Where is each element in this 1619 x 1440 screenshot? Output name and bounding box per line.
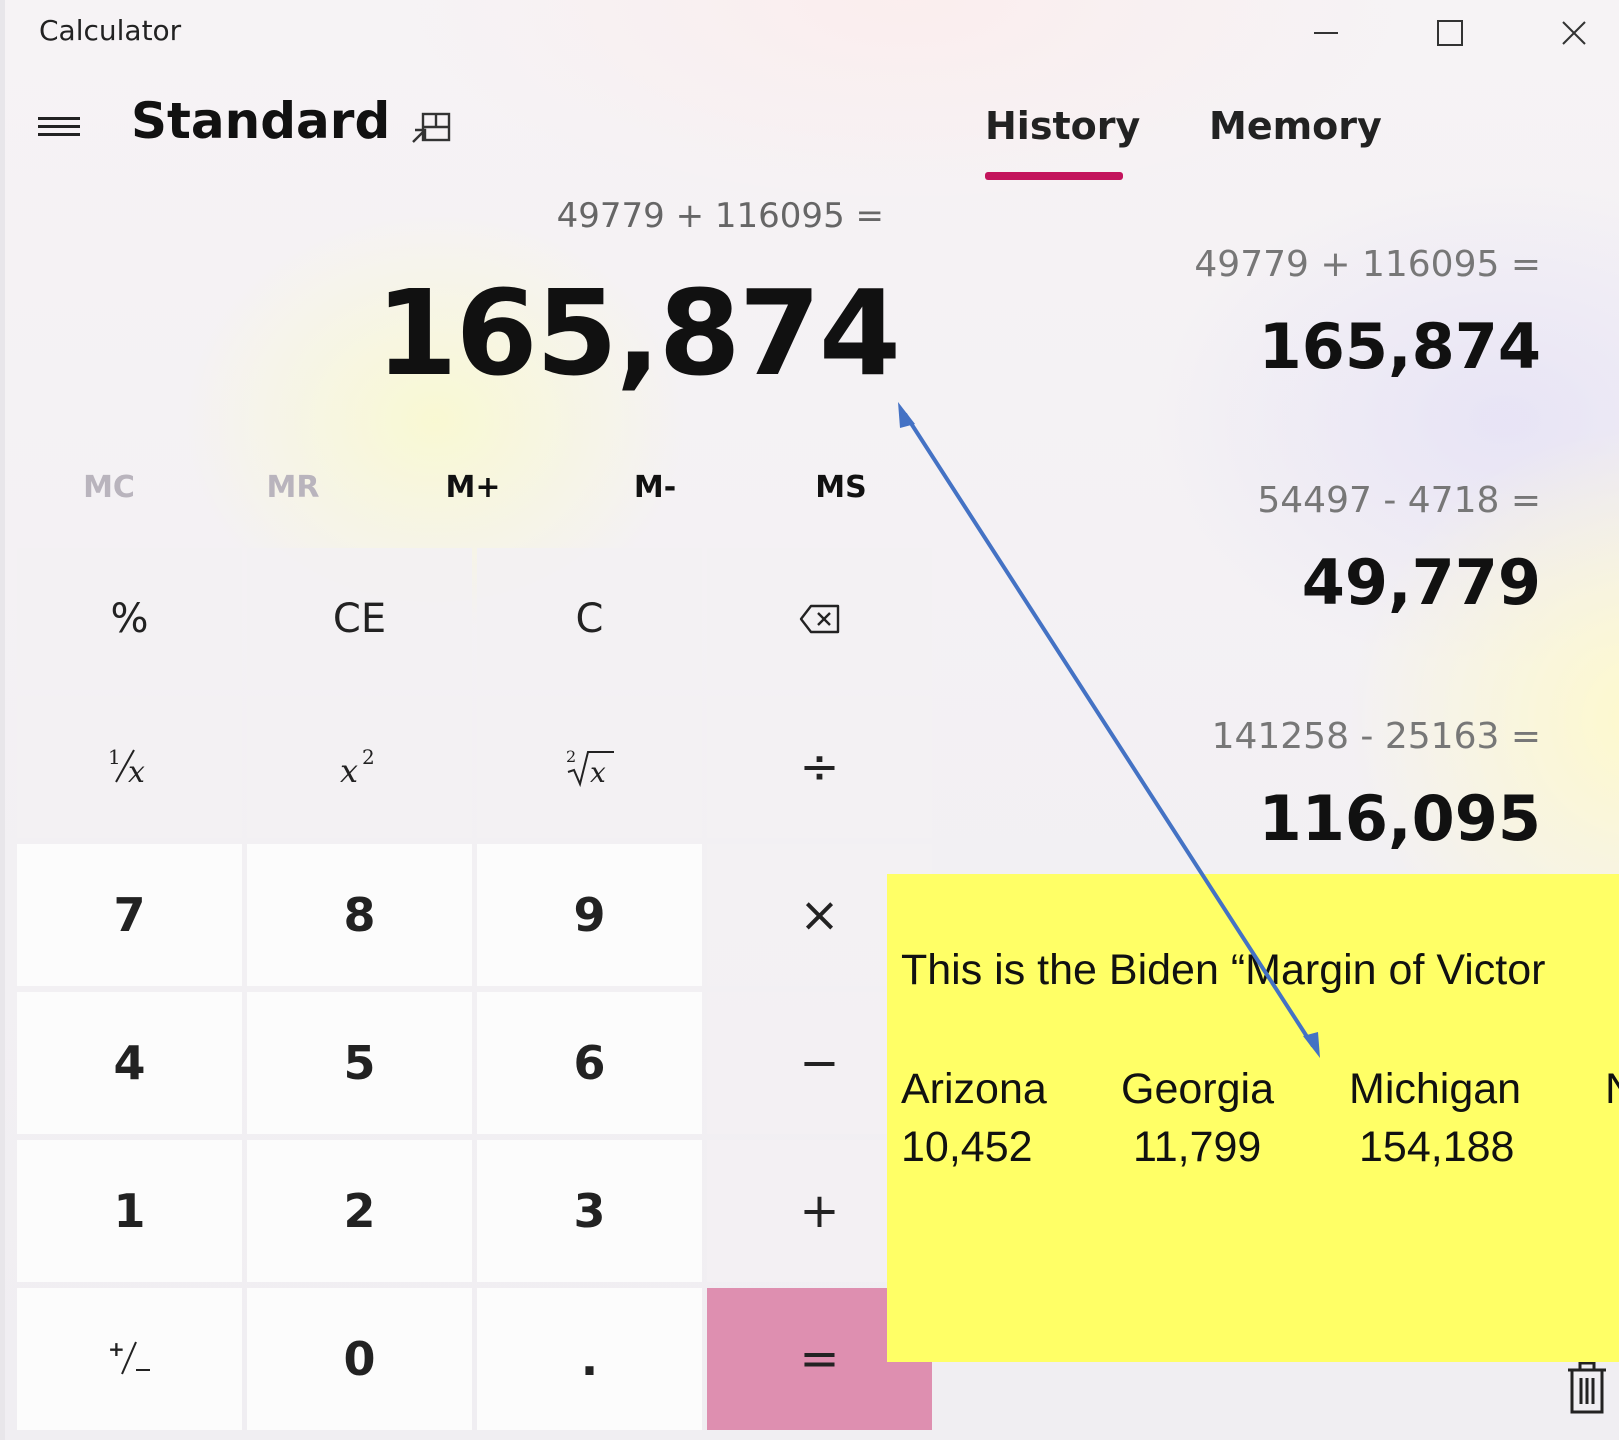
tab-history[interactable]: History [985, 104, 1140, 148]
digit-8-button[interactable]: 8 [247, 844, 472, 986]
keypad: % CE C 1 x x 2 2 x ÷ 7 8 9 × 4 5 6 − 1 2… [17, 548, 935, 1432]
trash-icon [1568, 1361, 1606, 1414]
clear-history-button[interactable] [1565, 1360, 1609, 1416]
svg-text:1: 1 [108, 745, 121, 769]
annotation-text: This is the Biden “Margin of Victor [901, 946, 1546, 994]
state-column: Georgia 11,799 [1121, 1060, 1274, 1176]
keep-on-top-button[interactable] [409, 108, 453, 148]
digit-1-button[interactable]: 1 [17, 1140, 242, 1282]
decimal-button[interactable]: . [477, 1288, 702, 1430]
memory-recall-button[interactable]: MR [213, 470, 373, 505]
svg-text:x: x [128, 755, 145, 790]
history-expression[interactable]: 54497 - 4718 = [1257, 480, 1541, 521]
digit-9-button[interactable]: 9 [477, 844, 702, 986]
digit-2-button[interactable]: 2 [247, 1140, 472, 1282]
history-result[interactable]: 116,095 [1259, 782, 1541, 855]
calculator-window: Calculator Standard History Memory 49779… [0, 0, 1619, 1440]
negate-icon: + [108, 1337, 150, 1375]
svg-text:2: 2 [566, 747, 576, 766]
memory-clear-button[interactable]: MC [29, 470, 189, 505]
memory-subtract-button[interactable]: M- [575, 470, 735, 505]
clear-entry-button[interactable]: CE [247, 548, 472, 690]
digit-4-button[interactable]: 4 [17, 992, 242, 1134]
state-column: Michigan 154,188 [1349, 1060, 1521, 1176]
calculator-mode-title: Standard [131, 92, 391, 150]
minimize-button[interactable] [1301, 10, 1351, 56]
state-margin: 154,188 [1359, 1123, 1515, 1172]
svg-text:x: x [340, 752, 358, 790]
state-margin: 11,799 [1133, 1123, 1262, 1172]
reciprocal-icon: 1 x [108, 745, 145, 790]
state-name: Arizona [901, 1065, 1047, 1113]
result-display: 165,874 [375, 264, 901, 402]
close-icon [1562, 21, 1586, 45]
state-margin: 10,452 [901, 1123, 1033, 1172]
annotation-note: This is the Biden “Margin of Victor Ariz… [887, 874, 1619, 1362]
minimize-icon [1314, 32, 1338, 34]
divide-button[interactable]: ÷ [707, 696, 932, 838]
window-title: Calculator [39, 14, 182, 47]
reciprocal-button[interactable]: 1 x [17, 696, 242, 838]
close-button[interactable] [1549, 10, 1599, 56]
maximize-icon [1437, 20, 1463, 46]
tab-memory[interactable]: Memory [1209, 104, 1382, 148]
digit-5-button[interactable]: 5 [247, 992, 472, 1134]
digit-3-button[interactable]: 3 [477, 1140, 702, 1282]
svg-text:+: + [108, 1337, 125, 1361]
history-expression[interactable]: 141258 - 25163 = [1212, 716, 1541, 757]
state-column: N [1605, 1060, 1619, 1118]
hamburger-icon [35, 117, 83, 136]
history-expression[interactable]: 49779 + 116095 = [1194, 244, 1541, 285]
history-result[interactable]: 165,874 [1259, 310, 1541, 383]
square-icon: x 2 [340, 745, 375, 790]
square-root-button[interactable]: 2 x [477, 696, 702, 838]
state-name: N [1605, 1060, 1619, 1118]
svg-text:2: 2 [362, 745, 375, 769]
active-tab-indicator [985, 172, 1123, 180]
history-result[interactable]: 49,779 [1302, 546, 1541, 619]
maximize-button[interactable] [1425, 10, 1475, 56]
state-column: Arizona 10,452 [901, 1060, 1047, 1176]
backspace-button[interactable] [707, 548, 932, 690]
digit-6-button[interactable]: 6 [477, 992, 702, 1134]
digit-7-button[interactable]: 7 [17, 844, 242, 986]
square-root-icon: 2 x [566, 747, 614, 789]
state-name: Michigan [1349, 1065, 1522, 1113]
digit-0-button[interactable]: 0 [247, 1288, 472, 1430]
current-expression: 49779 + 116095 = [556, 196, 884, 236]
navigation-menu-button[interactable] [35, 112, 83, 142]
backspace-icon [799, 604, 839, 634]
svg-text:x: x [590, 756, 606, 789]
negate-button[interactable]: + [17, 1288, 242, 1430]
clear-button[interactable]: C [477, 548, 702, 690]
memory-add-button[interactable]: M+ [393, 470, 553, 505]
percent-button[interactable]: % [17, 548, 242, 690]
state-name: Georgia [1121, 1065, 1274, 1113]
memory-store-button[interactable]: MS [761, 470, 921, 505]
keep-on-top-icon [412, 112, 451, 143]
square-button[interactable]: x 2 [247, 696, 472, 838]
